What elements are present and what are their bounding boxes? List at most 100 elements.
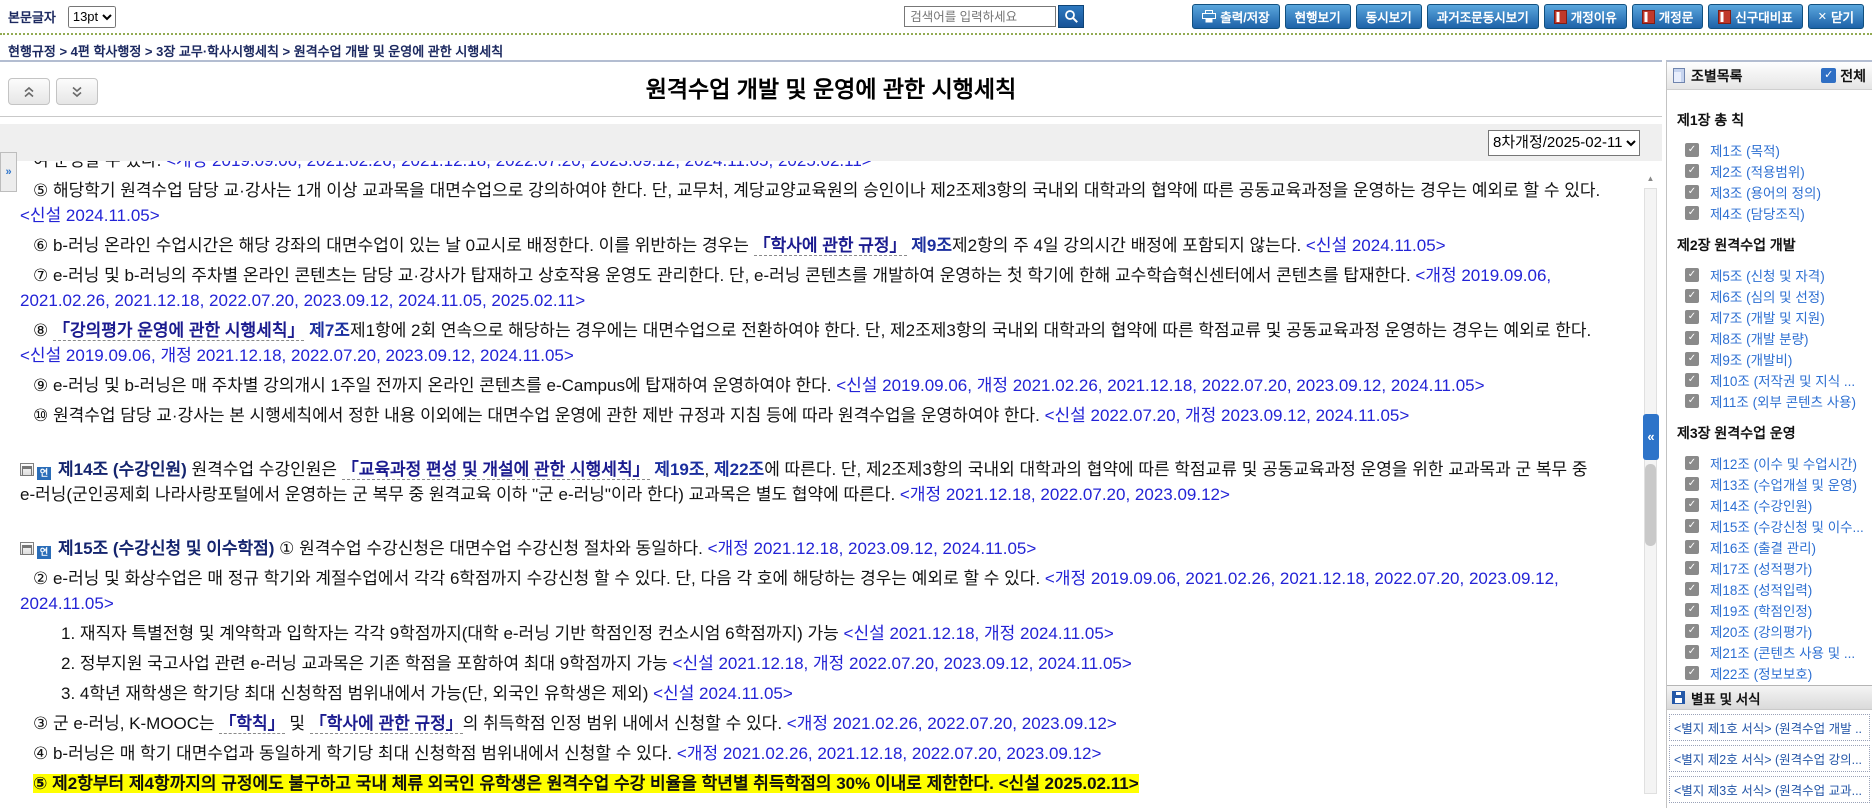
article-link[interactable]: 제14조 (수강인원) [1710, 495, 1812, 515]
font-size-select[interactable]: 13pt [68, 6, 116, 28]
article-link[interactable]: 제13조 (수업개설 및 운영) [1710, 474, 1857, 494]
toolbar-button[interactable]: 동시보기 [1356, 4, 1422, 29]
article-checkbox[interactable]: ✓ [1685, 540, 1699, 554]
regulation-link[interactable]: 「강의평가 운영에 관한 시행세칙」 [53, 321, 305, 341]
sidebar-collapse-handle[interactable]: « [1643, 414, 1659, 460]
article-link[interactable]: 제3조 (용어의 정의) [1710, 182, 1821, 202]
article-link[interactable]: 제8조 (개발 분량) [1710, 328, 1809, 348]
article-link[interactable]: 제4조 (담당조직) [1710, 203, 1805, 223]
article-print-icon[interactable] [20, 463, 34, 476]
article-link[interactable]: 제18조 (성적입력) [1710, 579, 1812, 599]
article-list-item[interactable]: ✓ 제7조 (개발 및 지원) [1675, 306, 1868, 327]
select-all-checkbox[interactable]: ✓ [1821, 68, 1836, 83]
article-checkbox[interactable]: ✓ [1685, 289, 1699, 303]
article-list-item[interactable]: ✓ 제4조 (담당조직) [1675, 202, 1868, 223]
article-history-icon[interactable]: 연 [37, 546, 51, 559]
article-link[interactable]: 제21조 (콘텐츠 사용 및 ... [1710, 642, 1855, 662]
article-link[interactable]: 제12조 (이수 및 수업시간) [1710, 453, 1857, 473]
article-list-item[interactable]: ✓ 제1조 (목적) [1675, 139, 1868, 160]
toolbar-button[interactable]: 개정문 [1632, 4, 1704, 29]
article-list-item[interactable]: ✓ 제20조 (강의평가) [1675, 620, 1868, 641]
regulation-link[interactable]: 「학사에 관한 규정」 [754, 236, 907, 256]
article-checkbox[interactable]: ✓ [1685, 666, 1699, 680]
toolbar-button[interactable]: 신구대비표 [1708, 4, 1803, 29]
article-print-icon[interactable] [20, 542, 34, 555]
article-checkbox[interactable]: ✓ [1685, 206, 1699, 220]
article-ref-link[interactable]: 제22조 [714, 460, 764, 479]
quick-scroll-handle[interactable]: » [0, 152, 17, 192]
article-checkbox[interactable]: ✓ [1685, 456, 1699, 470]
article-list-item[interactable]: ✓ 제12조 (이수 및 수업시간) [1675, 452, 1868, 473]
article-history-icon[interactable]: 연 [37, 467, 51, 480]
article-checkbox[interactable]: ✓ [1685, 477, 1699, 491]
article-link[interactable]: 제7조 (개발 및 지원) [1710, 307, 1825, 327]
article-checkbox[interactable]: ✓ [1685, 268, 1699, 282]
article-list-item[interactable]: ✓ 제2조 (적용범위) [1675, 160, 1868, 181]
body-text: 의 취득학점 인정 범위 내에서 신청할 수 있다. [463, 714, 787, 733]
article-checkbox[interactable]: ✓ [1685, 310, 1699, 324]
article-checkbox[interactable]: ✓ [1685, 394, 1699, 408]
article-list-item[interactable]: ✓ 제11조 (외부 콘텐츠 사용) [1675, 390, 1868, 411]
article-checkbox[interactable]: ✓ [1685, 331, 1699, 345]
form-link[interactable]: <별지 제2호 서식> (원격수업 강의... [1669, 745, 1870, 772]
article-checkbox[interactable]: ✓ [1685, 561, 1699, 575]
article-checkbox[interactable]: ✓ [1685, 352, 1699, 366]
article-checkbox[interactable]: ✓ [1685, 498, 1699, 512]
toolbar-button[interactable]: 과거조문동시보기 [1427, 4, 1539, 29]
article-list-item[interactable]: ✓ 제6조 (심의 및 선정) [1675, 285, 1868, 306]
article-checkbox[interactable]: ✓ [1685, 164, 1699, 178]
regulation-link[interactable]: 「교육과정 편성 및 개설에 관한 시행세칙」 [342, 460, 650, 480]
revision-select[interactable]: 8차개정/2025-02-11 [1488, 130, 1640, 156]
article-list-item[interactable]: ✓ 제21조 (콘텐츠 사용 및 ... [1675, 641, 1868, 662]
article-checkbox[interactable]: ✓ [1685, 185, 1699, 199]
form-link[interactable]: <별지 제1호 서식> (원격수업 개발 .. [1669, 714, 1870, 741]
article-ref-link[interactable]: 제7조 [309, 321, 350, 340]
article-checkbox[interactable]: ✓ [1685, 582, 1699, 596]
article-link[interactable]: 제19조 (학점인정) [1710, 600, 1812, 620]
article-link[interactable]: 제6조 (심의 및 선정) [1710, 286, 1825, 306]
article-checkbox[interactable]: ✓ [1685, 624, 1699, 638]
toolbar-button[interactable]: 출력/저장 [1192, 4, 1279, 29]
article-list-item[interactable]: ✓ 제19조 (학점인정) [1675, 599, 1868, 620]
article-list-item[interactable]: ✓ 제17조 (성적평가) [1675, 557, 1868, 578]
article-list-item[interactable]: ✓ 제5조 (신청 및 자격) [1675, 264, 1868, 285]
toolbar-button[interactable]: 개정이유 [1544, 4, 1627, 29]
article-link[interactable]: 제11조 (외부 콘텐츠 사용) [1710, 391, 1856, 411]
article-list-item[interactable]: ✓ 제18조 (성적입력) [1675, 578, 1868, 599]
regulation-link[interactable]: 「학칙」 [219, 714, 284, 734]
content-scrollbar-thumb[interactable] [1645, 464, 1656, 546]
article-link[interactable]: 제15조 (수강신청 및 이수... [1710, 516, 1864, 536]
article-link[interactable]: 제20조 (강의평가) [1710, 621, 1812, 641]
article-checkbox[interactable]: ✓ [1685, 143, 1699, 157]
article-list-item[interactable]: ✓ 제13조 (수업개설 및 운영) [1675, 473, 1868, 494]
article-link[interactable]: 제22조 (정보보호) [1710, 663, 1812, 683]
toolbar-button[interactable]: ✕닫기 [1808, 4, 1864, 29]
article-link[interactable]: 제16조 (출결 관리) [1710, 537, 1816, 557]
article-link[interactable]: 제9조 (개발비) [1710, 349, 1792, 369]
article-checkbox[interactable]: ✓ [1685, 645, 1699, 659]
search-button[interactable] [1058, 5, 1084, 28]
article-checkbox[interactable]: ✓ [1685, 603, 1699, 617]
article-ref-link[interactable]: 제9조 [911, 236, 952, 255]
article-list-item[interactable]: ✓ 제14조 (수강인원) [1675, 494, 1868, 515]
article-link[interactable]: 제17조 (성적평가) [1710, 558, 1812, 578]
toolbar-button[interactable]: 현행보기 [1285, 4, 1351, 29]
article-link[interactable]: 제5조 (신청 및 자격) [1710, 265, 1825, 285]
article-list-item[interactable]: ✓ 제15조 (수강신청 및 이수... [1675, 515, 1868, 536]
article-list-item[interactable]: ✓ 제10조 (저작권 및 지식 ... [1675, 369, 1868, 390]
article-link[interactable]: 제2조 (적용범위) [1710, 161, 1805, 181]
search-input[interactable] [904, 6, 1056, 27]
article-list-item[interactable]: ✓ 제9조 (개발비) [1675, 348, 1868, 369]
article-list-item[interactable]: ✓ 제16조 (출결 관리) [1675, 536, 1868, 557]
article-checkbox[interactable]: ✓ [1685, 519, 1699, 533]
article-link[interactable]: 제10조 (저작권 및 지식 ... [1710, 370, 1855, 390]
article-list-item[interactable]: ✓ 제22조 (정보보호) [1675, 662, 1868, 683]
article-link[interactable]: 제1조 (목적) [1710, 140, 1780, 160]
article-list-item[interactable]: ✓ 제3조 (용어의 정의) [1675, 181, 1868, 202]
article-list-item[interactable]: ✓ 제8조 (개발 분량) [1675, 327, 1868, 348]
regulation-link[interactable]: 「학사에 관한 규정」 [310, 714, 463, 734]
article-ref-link[interactable]: 제19조 [654, 460, 704, 479]
form-link[interactable]: <별지 제3호 서식> (원격수업 교과... [1669, 776, 1870, 803]
scrollbar-up-icon[interactable]: ▲ [1644, 174, 1657, 183]
article-checkbox[interactable]: ✓ [1685, 373, 1699, 387]
